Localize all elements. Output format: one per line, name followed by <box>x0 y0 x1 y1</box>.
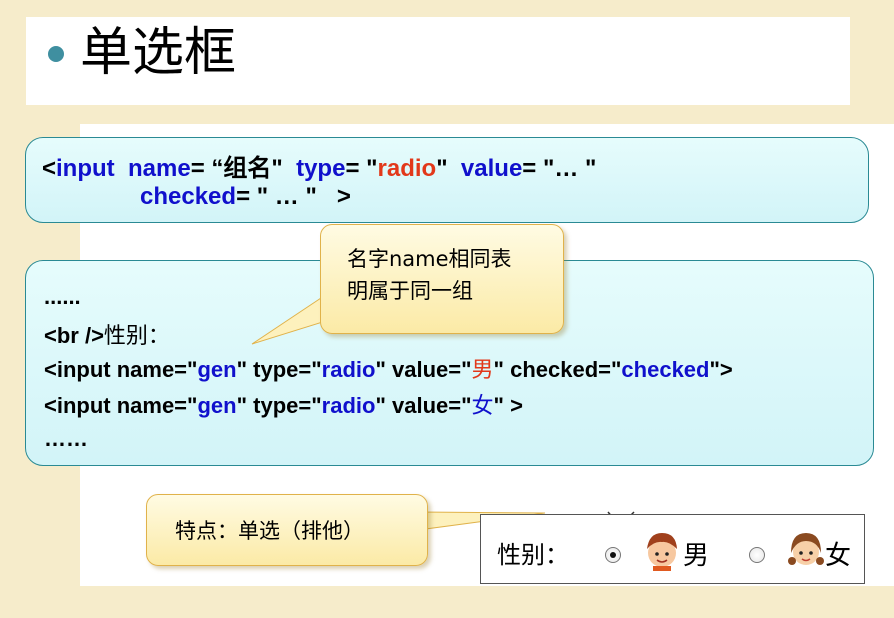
callout-feature-text: 特点：单选（排他） <box>175 519 364 543</box>
code-seg: " type=" <box>236 357 322 382</box>
slide-title: 单选框 <box>80 23 237 83</box>
radio-male[interactable] <box>605 547 621 563</box>
bullet-icon <box>48 46 64 62</box>
radio-female[interactable] <box>749 547 765 563</box>
syntax-keyword: checked <box>140 183 237 210</box>
syntax-seg: = " <box>345 155 378 182</box>
syntax-keyword: type <box>296 155 346 182</box>
syntax-line-2: checked= " … " > <box>140 183 351 211</box>
code-checked-value: checked <box>621 357 710 382</box>
girl-avatar-icon <box>788 533 824 565</box>
syntax-seg: " <box>436 155 461 182</box>
option-female-text: 女 <box>825 541 852 571</box>
code-seg: " value=" <box>375 393 472 418</box>
syntax-type-value: radio <box>377 155 437 182</box>
code-seg: <input name=" <box>44 393 198 418</box>
syntax-seg: = " … " > <box>236 183 351 210</box>
code-name-value: gen <box>197 357 237 382</box>
example-line-female: <input name="gen" type="radio" value="女"… <box>44 388 523 420</box>
example-br-line: <br />性别： <box>44 318 170 350</box>
syntax-seg: < <box>42 155 57 182</box>
syntax-seg: = "… " <box>522 155 597 182</box>
code-type-value: radio <box>321 393 376 418</box>
code-value-male: 男 <box>471 358 494 383</box>
callout-line-1: 名字name相同表 <box>347 247 512 271</box>
code-name-value: gen <box>197 393 237 418</box>
syntax-keyword: value <box>460 155 523 182</box>
code-seg: " checked=" <box>493 357 622 382</box>
code-seg: " value=" <box>375 357 472 382</box>
br-tag: <br /> <box>44 323 104 348</box>
callout-line-2: 明属于同一组 <box>347 279 473 303</box>
callout-name-group: 名字name相同表 明属于同一组 <box>320 224 564 334</box>
syntax-line-1: <input name= “组名" type= "radio" value= "… <box>42 148 596 183</box>
code-seg: " > <box>493 393 523 418</box>
code-value-female: 女 <box>471 394 494 419</box>
option-male-text: 男 <box>683 541 710 571</box>
br-label: 性别： <box>103 324 170 349</box>
code-seg: " type=" <box>236 393 322 418</box>
code-seg: "> <box>709 357 733 382</box>
demo-gender-label: 性别： <box>497 541 569 569</box>
syntax-seg: = “组名" <box>190 155 297 182</box>
radio-demo: 性别： 男 女 <box>480 514 865 584</box>
example-dots-top: ...... <box>44 284 81 309</box>
callout-feature: 特点：单选（排他） <box>146 494 428 566</box>
example-dots-bottom: …… <box>44 426 88 451</box>
example-line-male: <input name="gen" type="radio" value="男"… <box>44 352 733 384</box>
boy-avatar-icon <box>647 533 677 571</box>
syntax-keyword: input name <box>56 155 191 182</box>
code-type-value: radio <box>321 357 376 382</box>
code-seg: <input name=" <box>44 357 198 382</box>
callout-name-text: 名字name相同表 明属于同一组 <box>347 243 512 307</box>
